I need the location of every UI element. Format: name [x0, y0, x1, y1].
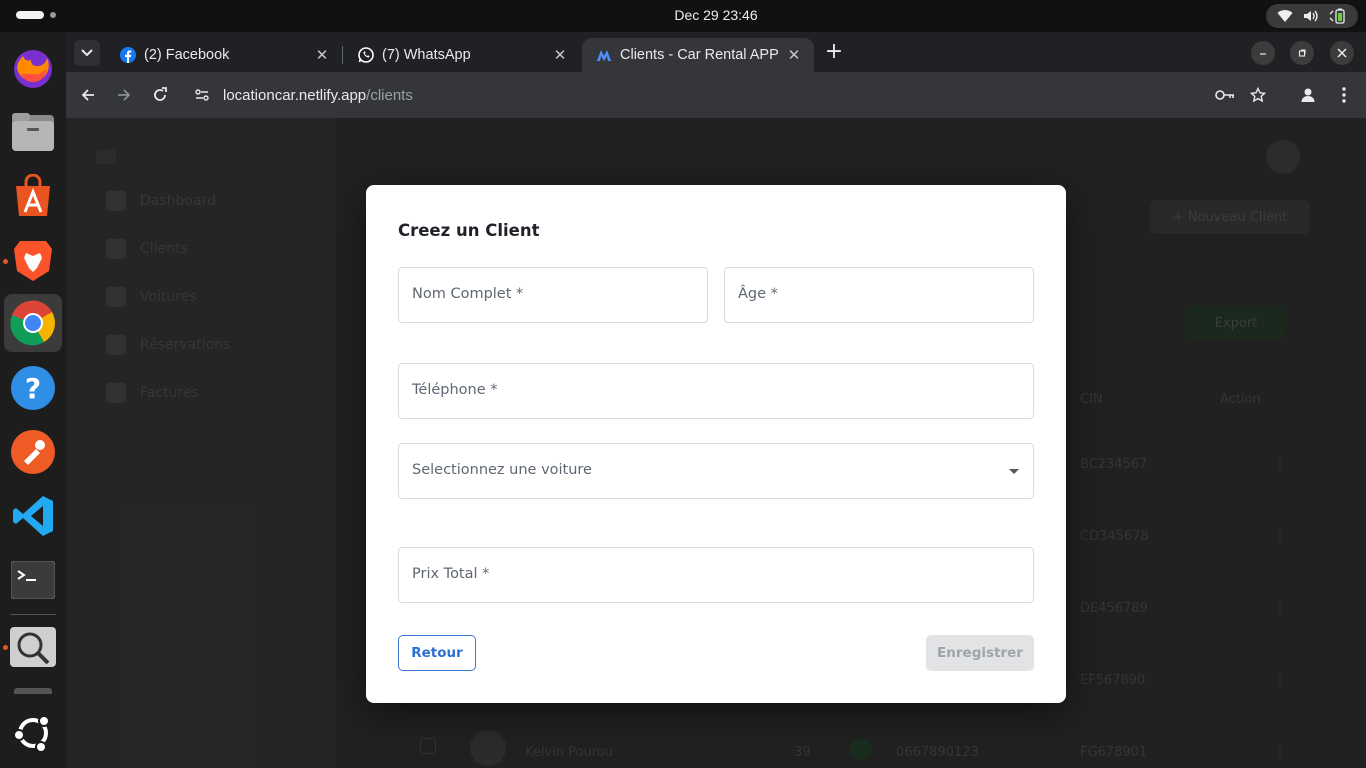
age-field[interactable]: Âge *: [724, 267, 1034, 323]
postman-icon: [11, 430, 55, 474]
kebab-menu-icon: [1342, 87, 1346, 103]
voiture-select[interactable]: Selectionnez une voiture: [398, 443, 1034, 499]
forward-button[interactable]: [113, 84, 135, 106]
minimize-button[interactable]: [1251, 41, 1275, 65]
avatar-icon: [1301, 88, 1315, 102]
create-client-dialog: Creez un Client Nom Complet * Âge * Télé…: [366, 185, 1066, 703]
nom-complet-field[interactable]: Nom Complet *: [398, 267, 708, 323]
tab-title: Clients - Car Rental APP: [620, 47, 779, 63]
dock-terminal[interactable]: [10, 557, 56, 603]
address-bar[interactable]: locationcar.netlify.app/clients: [186, 79, 1276, 111]
dialog-title: Creez un Client: [398, 221, 540, 240]
chevron-down-icon: [81, 49, 93, 57]
prix-total-field[interactable]: Prix Total *: [398, 547, 1034, 603]
dock: ?: [0, 32, 66, 768]
dropdown-arrow-icon: [1009, 469, 1019, 474]
browser-window: (2) Facebook ✕ (7) WhatsApp ✕ Clients - …: [66, 32, 1366, 768]
url-text: locationcar.netlify.app/clients: [223, 87, 413, 104]
web-page: Dashboard Clients Voitures Réservations …: [66, 118, 1366, 768]
tab-facebook[interactable]: (2) Facebook ✕: [106, 38, 342, 72]
close-icon[interactable]: ✕: [314, 46, 330, 64]
star-icon: [1250, 87, 1266, 103]
password-manager-button[interactable]: [1214, 84, 1236, 106]
dock-vscode[interactable]: [10, 493, 56, 539]
system-top-bar: Dec 29 23:46: [0, 0, 1366, 32]
retour-button[interactable]: Retour: [398, 635, 476, 671]
reload-button[interactable]: [149, 84, 171, 106]
telephone-field[interactable]: Téléphone *: [398, 363, 1034, 419]
battery-icon: [1329, 8, 1345, 24]
tab-search-button[interactable]: [74, 40, 100, 66]
restore-button[interactable]: [1290, 41, 1314, 65]
tab-strip: (2) Facebook ✕ (7) WhatsApp ✕ Clients - …: [66, 32, 1366, 72]
profile-button[interactable]: [1297, 84, 1319, 106]
brave-icon: [14, 241, 52, 281]
dock-brave[interactable]: [10, 237, 56, 283]
site-info-icon: [195, 89, 209, 101]
chrome-icon: [10, 300, 55, 346]
dock-overflow-item: [14, 688, 52, 694]
close-icon[interactable]: ✕: [786, 46, 802, 64]
app-center-icon: [16, 174, 50, 216]
reload-icon: [154, 87, 167, 101]
terminal-icon: [11, 561, 55, 599]
app-logo-icon: [597, 50, 611, 61]
restore-icon: [1298, 49, 1306, 57]
show-apps-button[interactable]: [10, 710, 56, 756]
field-placeholder: Nom Complet *: [412, 286, 524, 302]
browser-toolbar: locationcar.netlify.app/clients: [66, 72, 1366, 118]
field-placeholder: Prix Total *: [412, 566, 490, 582]
files-icon: [12, 113, 54, 151]
dock-separator: [10, 614, 56, 615]
tab-whatsapp[interactable]: (7) WhatsApp ✕: [344, 38, 580, 72]
ubuntu-icon: [13, 715, 50, 753]
firefox-icon: [14, 50, 52, 88]
url-path: /clients: [366, 86, 413, 104]
minimize-icon: [1260, 53, 1266, 55]
volume-icon: [1304, 10, 1318, 22]
tab-car-rental-app[interactable]: Clients - Car Rental APP ✕: [582, 38, 814, 72]
enregistrer-button[interactable]: Enregistrer: [926, 635, 1034, 671]
dock-files[interactable]: [10, 109, 56, 155]
running-indicator: [3, 259, 8, 264]
magnifier-icon: [10, 627, 56, 667]
dock-chrome[interactable]: [4, 294, 62, 352]
dock-image-viewer[interactable]: [10, 624, 56, 670]
url-host: locationcar.netlify.app: [223, 86, 367, 104]
field-placeholder: Âge *: [738, 286, 778, 302]
dock-app-center[interactable]: [10, 173, 56, 219]
dock-firefox[interactable]: [10, 45, 56, 91]
field-placeholder: Téléphone *: [412, 382, 498, 398]
vscode-icon: [13, 496, 53, 536]
menu-button[interactable]: [1333, 84, 1355, 106]
tab-divider: [342, 46, 343, 64]
tab-title: (2) Facebook: [144, 47, 230, 63]
dock-help[interactable]: ?: [10, 365, 56, 411]
whatsapp-icon: [358, 47, 374, 63]
clock[interactable]: Dec 29 23:46: [0, 7, 1366, 23]
dock-postman[interactable]: [10, 429, 56, 475]
close-window-button[interactable]: [1330, 41, 1354, 65]
wifi-icon: [1277, 10, 1293, 22]
tab-title: (7) WhatsApp: [382, 47, 471, 63]
running-indicator: [3, 645, 8, 650]
bookmark-button[interactable]: [1247, 84, 1269, 106]
system-tray[interactable]: [1266, 4, 1358, 28]
select-placeholder: Selectionnez une voiture: [412, 462, 592, 478]
help-icon: ?: [11, 366, 55, 410]
arrow-left-icon: [81, 89, 94, 101]
svg-text:?: ?: [25, 372, 41, 405]
back-button[interactable]: [77, 84, 99, 106]
new-tab-button[interactable]: +: [824, 41, 844, 63]
arrow-right-icon: [118, 89, 131, 101]
close-icon[interactable]: ✕: [552, 46, 568, 64]
close-icon: [1337, 48, 1347, 58]
facebook-icon: [120, 47, 136, 63]
key-icon: [1215, 90, 1234, 100]
